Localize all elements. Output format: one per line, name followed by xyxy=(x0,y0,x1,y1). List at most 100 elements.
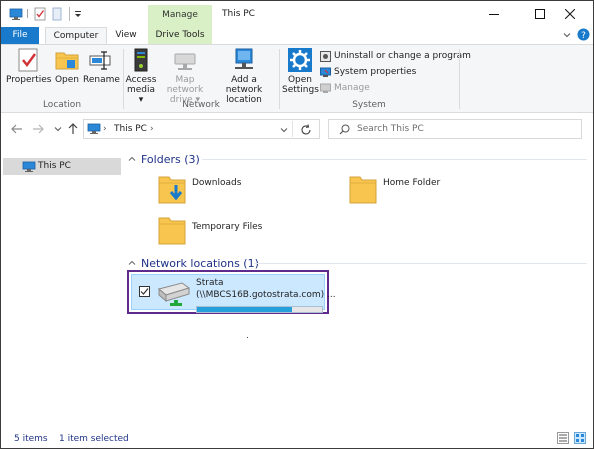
nav-item-this-pc[interactable]: This PC xyxy=(3,158,121,175)
network-location-name: Strata xyxy=(196,278,224,288)
map-drive-label-1: Map network xyxy=(166,75,204,95)
help-icon[interactable]: ? xyxy=(577,28,590,41)
address-bar[interactable]: › This PC › xyxy=(83,119,320,139)
manage-context-tab[interactable]: Manage xyxy=(148,5,212,27)
highlight-outline: Strata (\\MBCS16B.gotostrata.com) ... xyxy=(127,270,336,314)
folder-name: Home Folder xyxy=(383,178,441,188)
details-view-icon[interactable] xyxy=(557,432,569,444)
manage-button[interactable]: Manage xyxy=(320,81,370,95)
settings-gear-icon xyxy=(288,48,312,72)
access-media-button[interactable]: Access media ▾ xyxy=(125,47,157,105)
group-header-line xyxy=(254,263,587,264)
network-drive-icon xyxy=(157,282,191,306)
status-selection: 1 item selected xyxy=(59,434,129,444)
open-settings-button[interactable]: Open Settings xyxy=(282,47,319,95)
expand-ribbon-icon[interactable] xyxy=(562,30,572,40)
folder-icon xyxy=(158,217,186,245)
file-explorer-window: | Manage This PC File Computer View Driv… xyxy=(0,0,594,449)
map-network-drive-icon xyxy=(174,53,196,70)
navigation-bar: › This PC › Search This PC xyxy=(1,114,593,144)
close-icon xyxy=(565,9,575,19)
properties-icon xyxy=(18,48,38,72)
uninstall-program-label: Uninstall or change a program xyxy=(334,51,471,61)
access-media-label-1: Access xyxy=(125,75,157,85)
nav-item-label: This PC xyxy=(38,161,71,171)
breadcrumb-separator-icon[interactable]: › xyxy=(103,123,107,135)
system-properties-icon xyxy=(320,67,331,77)
group-label-system: System xyxy=(352,100,386,110)
manage-label: Manage xyxy=(334,83,370,93)
minimize-button[interactable] xyxy=(471,1,517,27)
tab-view[interactable]: View xyxy=(109,27,143,44)
chevron-down-icon xyxy=(54,127,62,132)
add-network-location-button[interactable]: Add a network location xyxy=(213,47,275,105)
network-locations-group-header[interactable]: Network locations (1) xyxy=(128,255,259,271)
breadcrumb-separator-icon[interactable]: › xyxy=(150,123,154,135)
folder-item-home-folder[interactable]: Home Folder xyxy=(348,173,528,207)
title-bar: | Manage This PC xyxy=(1,1,593,27)
folders-header-label: Folders (3) xyxy=(141,152,200,166)
up-button[interactable] xyxy=(66,122,80,136)
new-document-icon[interactable] xyxy=(52,7,62,21)
customize-quick-access-icon[interactable] xyxy=(73,7,83,21)
tab-drive-tools[interactable]: Drive Tools xyxy=(148,27,212,44)
uninstall-program-button[interactable]: Uninstall or change a program xyxy=(320,49,471,63)
folder-item-temporary-files[interactable]: Temporary Files xyxy=(157,214,337,248)
open-button[interactable]: Open xyxy=(52,47,82,85)
system-properties-button[interactable]: System properties xyxy=(320,65,416,79)
status-item-count: 5 items xyxy=(14,434,48,444)
address-dropdown-icon[interactable] xyxy=(280,126,288,134)
qa-divider xyxy=(69,7,70,21)
navigation-pane: This PC xyxy=(1,144,122,424)
properties-button[interactable]: Properties xyxy=(6,47,52,85)
window-title: This PC xyxy=(222,9,255,19)
add-location-label-1: Add a network xyxy=(225,75,263,95)
group-label-network: Network xyxy=(182,100,220,110)
minimize-icon xyxy=(489,14,499,15)
ribbon-tabs: File Computer View Drive Tools ? xyxy=(1,27,593,44)
large-icons-view-icon[interactable] xyxy=(574,432,586,444)
open-settings-label-2: Settings xyxy=(282,85,319,95)
collapse-chevron-icon xyxy=(128,156,136,161)
drive-usage-fill xyxy=(197,307,292,312)
group-label-location: Location xyxy=(42,100,82,110)
folders-group-header[interactable]: Folders (3) xyxy=(128,151,200,167)
tab-computer[interactable]: Computer xyxy=(45,27,107,44)
folder-name: Downloads xyxy=(192,178,242,188)
tab-file[interactable]: File xyxy=(1,27,39,44)
properties-check-icon[interactable] xyxy=(34,7,46,21)
status-bar: 5 items 1 item selected xyxy=(1,429,593,448)
back-button[interactable] xyxy=(10,122,24,136)
folder-item-downloads[interactable]: Downloads xyxy=(157,173,337,207)
folder-icon xyxy=(349,176,377,204)
manage-computer-icon xyxy=(320,83,331,93)
selection-checkbox[interactable] xyxy=(139,286,150,297)
this-pc-icon[interactable] xyxy=(9,7,23,21)
uninstall-program-icon xyxy=(320,50,331,62)
map-network-drive-button[interactable]: Map network drive ▾ xyxy=(158,47,212,105)
network-location-item-strata[interactable]: Strata (\\MBCS16B.gotostrata.com) ... xyxy=(131,274,336,313)
search-input[interactable]: Search This PC xyxy=(357,123,424,135)
this-pc-icon xyxy=(87,123,101,134)
recent-locations-button[interactable] xyxy=(51,122,65,136)
refresh-icon[interactable] xyxy=(300,124,312,136)
network-location-path: (\\MBCS16B.gotostrata.com) ... xyxy=(196,290,336,300)
properties-label: Properties xyxy=(6,75,52,85)
group-header-line xyxy=(202,159,587,160)
forward-arrow-icon xyxy=(33,124,44,134)
stray-pixel xyxy=(247,337,248,338)
forward-button[interactable] xyxy=(31,122,45,136)
close-button[interactable] xyxy=(547,1,593,27)
collapse-chevron-icon xyxy=(128,260,136,265)
open-settings-label-1: Open xyxy=(287,75,313,85)
ribbon: Properties Open Rename Location Access m… xyxy=(1,44,593,113)
open-folder-icon xyxy=(55,52,79,70)
network-header-label: Network locations (1) xyxy=(141,256,259,270)
search-box[interactable]: Search This PC xyxy=(328,119,582,139)
rename-icon xyxy=(89,51,111,70)
address-divider xyxy=(292,121,293,137)
rename-button[interactable]: Rename xyxy=(83,47,120,85)
breadcrumb-this-pc[interactable]: This PC xyxy=(114,123,147,135)
content-area: Folders (3) Downloads Home Folder Tempor… xyxy=(122,144,593,424)
up-arrow-icon xyxy=(68,123,78,134)
